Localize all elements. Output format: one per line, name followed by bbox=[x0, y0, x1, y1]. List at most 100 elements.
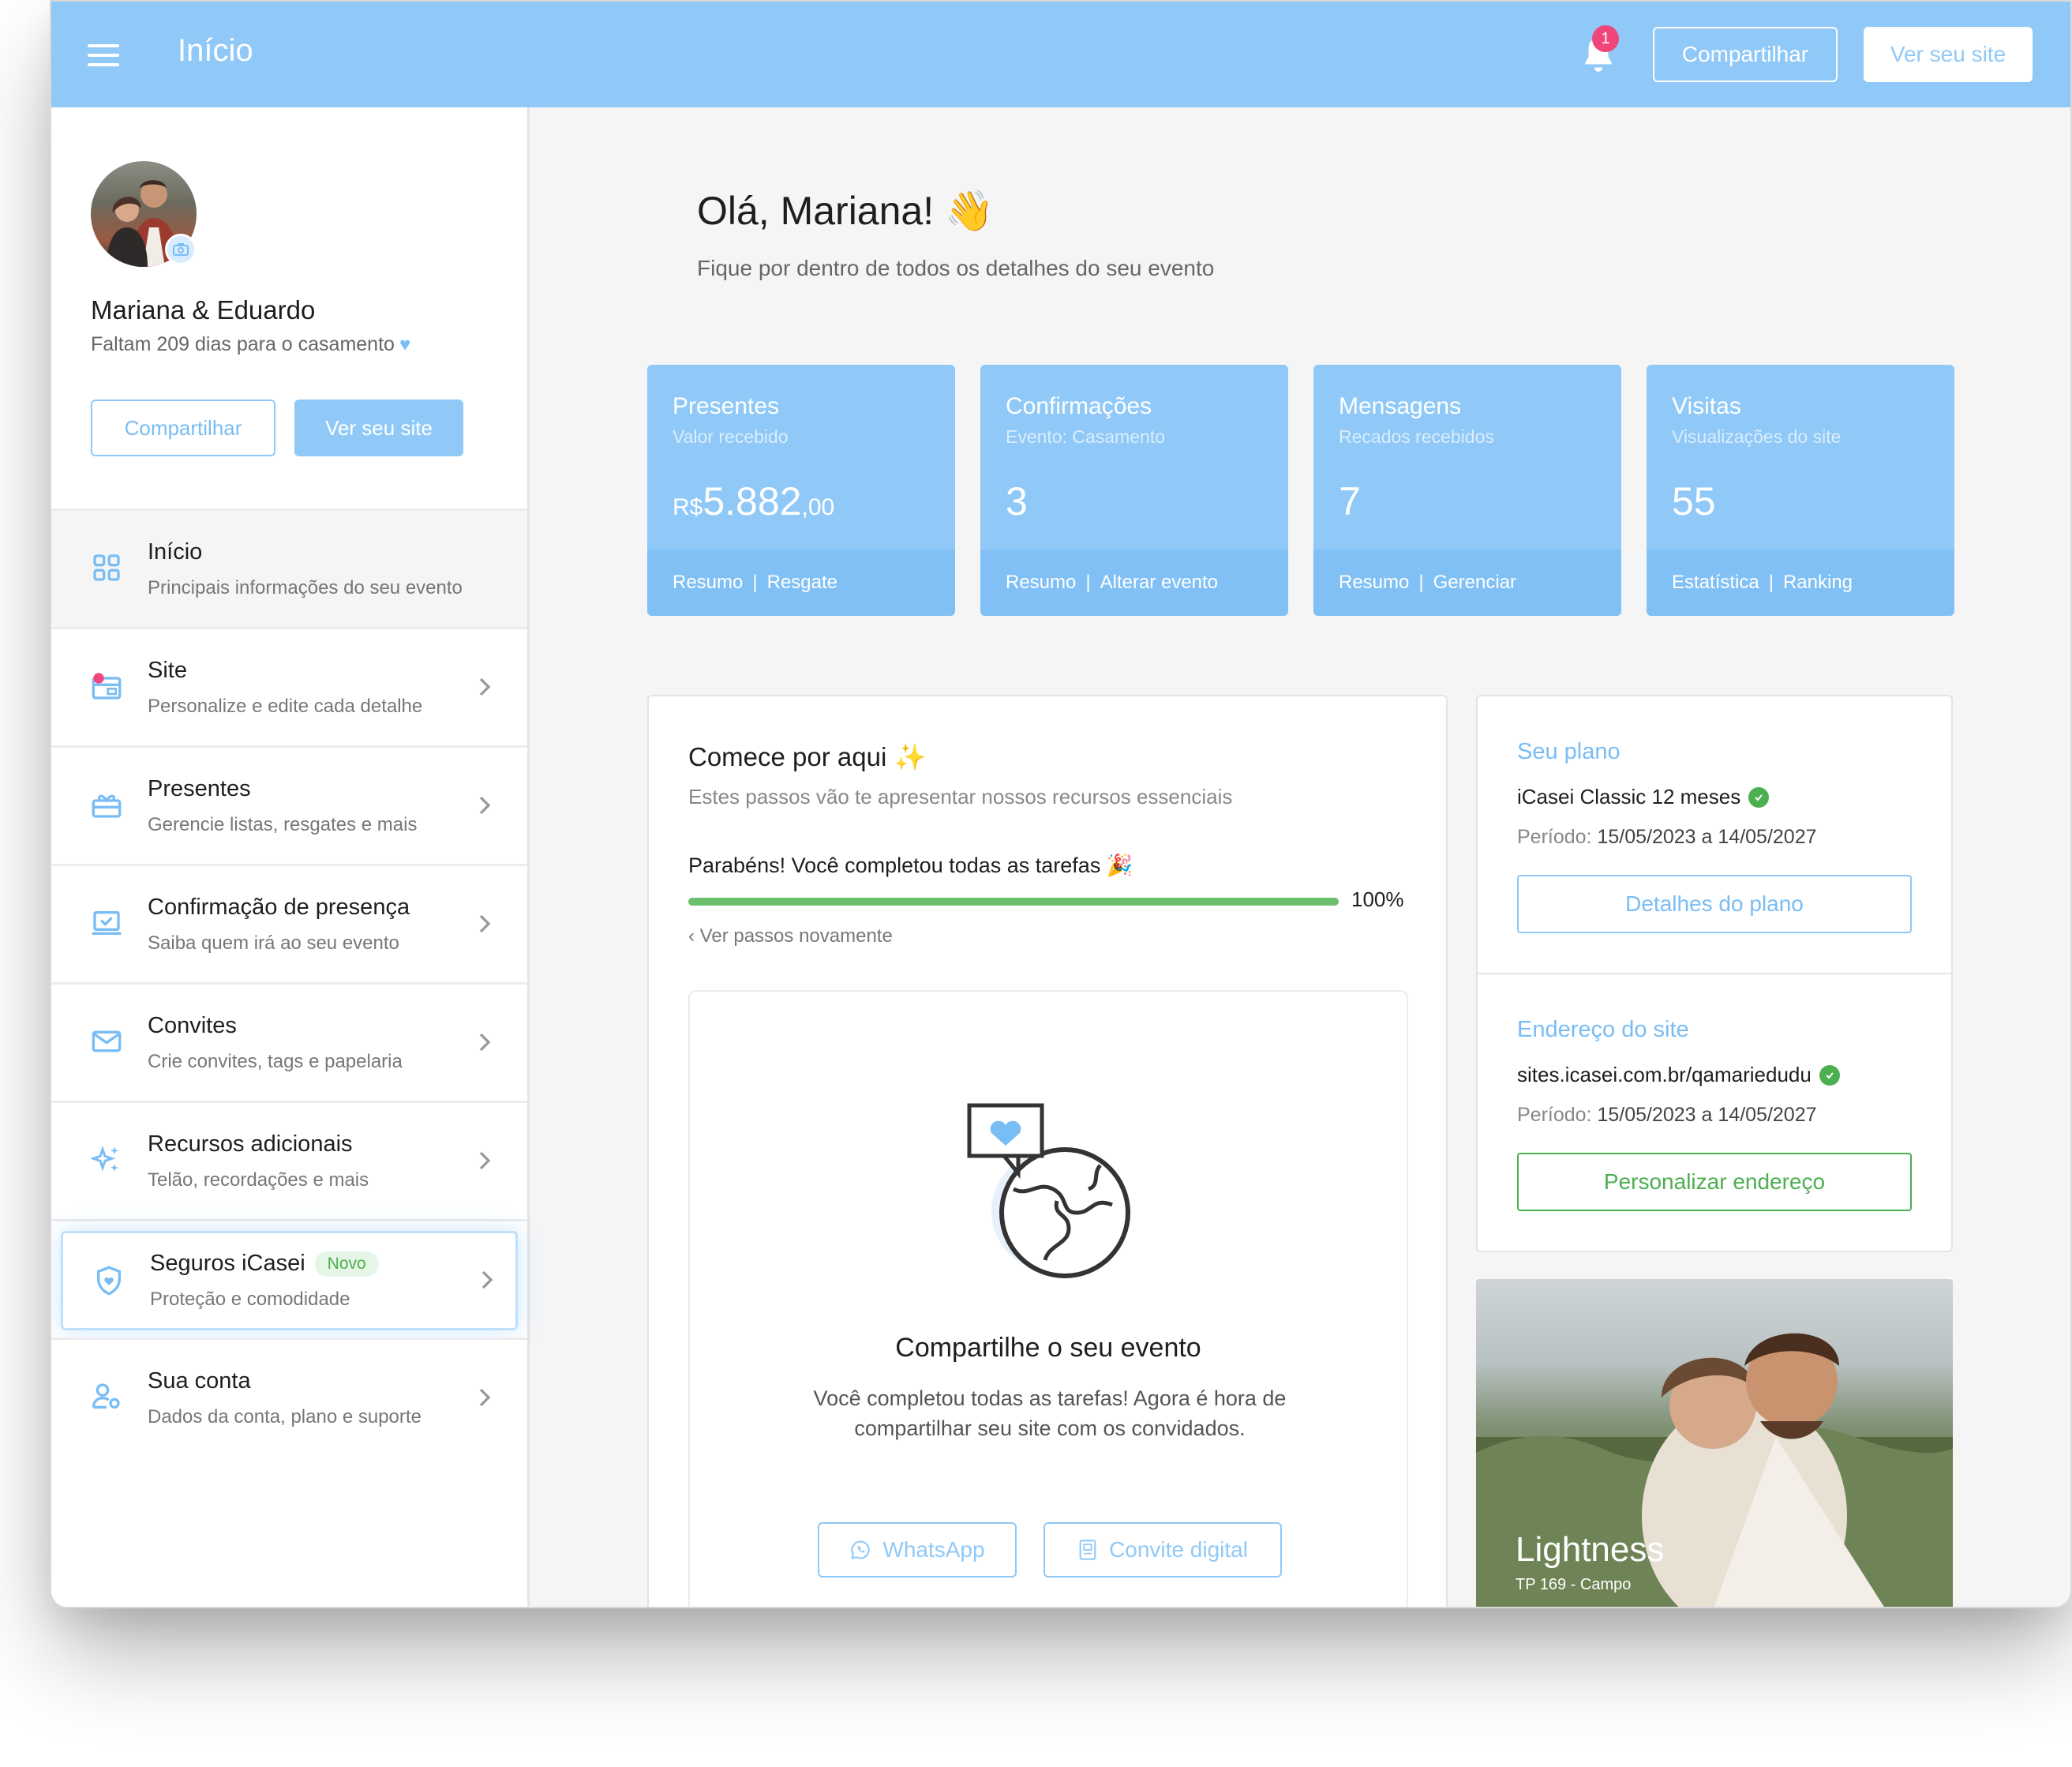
start-card: Comece por aqui ✨ Estes passos vão te ap… bbox=[647, 695, 1448, 1607]
stat-subtitle: Recados recebidos bbox=[1339, 426, 1494, 447]
share-text: Você completou todas as tarefas! Agora é… bbox=[813, 1386, 1287, 1440]
progress-fill bbox=[688, 898, 1339, 906]
sidebar-item-seguros[interactable]: Seguros iCasei Novo Proteção e comodidade bbox=[61, 1231, 518, 1330]
share-button[interactable]: Compartilhar bbox=[1653, 27, 1838, 82]
stat-footer: Resumo | Gerenciar bbox=[1313, 550, 1621, 616]
site-address-url: sites.icasei.com.br/qamariedudu bbox=[1517, 1063, 1840, 1087]
start-subtitle: Estes passos vão te apresentar nossos re… bbox=[688, 785, 1233, 808]
ranking-link[interactable]: Ranking bbox=[1783, 572, 1853, 594]
promo-subtitle: TP 169 - Campo bbox=[1516, 1576, 1632, 1593]
stat-subtitle: Evento: Casamento bbox=[1006, 426, 1166, 447]
change-event-link[interactable]: Alterar evento bbox=[1100, 572, 1218, 594]
sidebar-item-title: Sua conta bbox=[148, 1368, 251, 1394]
sidebar-item-confirmacao[interactable]: Confirmação de presença Saiba quem irá a… bbox=[51, 864, 527, 982]
plan-card: Seu plano iCasei Classic 12 meses Períod… bbox=[1476, 695, 1953, 1252]
sidebar-item-subtitle: Crie convites, tags e papelaria bbox=[148, 1051, 403, 1072]
sparkles-icon bbox=[91, 1146, 118, 1172]
chevron-right-icon bbox=[479, 914, 491, 933]
check-icon bbox=[1819, 1064, 1840, 1086]
sidebar-item-title: Seguros iCasei Novo bbox=[150, 1251, 379, 1277]
promo-title: Lightness bbox=[1516, 1530, 1665, 1569]
chevron-right-icon bbox=[479, 1151, 491, 1170]
sidebar-item-subtitle: Saiba quem irá ao seu evento bbox=[148, 932, 399, 954]
sidebar-item-conta[interactable]: Sua conta Dados da conta, plano e suport… bbox=[51, 1337, 527, 1456]
chevron-right-icon bbox=[479, 1388, 491, 1407]
plan-details-button[interactable]: Detalhes do plano bbox=[1517, 875, 1912, 933]
manage-link[interactable]: Gerenciar bbox=[1433, 572, 1516, 594]
replay-steps-link[interactable]: ‹ Ver passos novamente bbox=[688, 925, 893, 947]
app-window: Início 1 Compartilhar Ver seu site Maria… bbox=[50, 0, 2072, 1608]
couple-name: Mariana & Eduardo bbox=[91, 295, 316, 325]
greeting-title: Olá, Mariana! 👋 bbox=[697, 189, 995, 233]
chevron-left-icon: ‹ bbox=[688, 925, 695, 947]
share-title: Compartilhe o seu evento bbox=[895, 1333, 1201, 1363]
view-site-button[interactable]: Ver seu site bbox=[1864, 27, 2033, 82]
gift-icon bbox=[92, 794, 122, 818]
chevron-right-icon bbox=[479, 796, 491, 815]
sparkle-icon: ✨ bbox=[894, 742, 927, 771]
chevron-right-icon bbox=[481, 1270, 493, 1289]
progress-percent: 100% bbox=[1351, 887, 1404, 911]
stat-title: Presentes bbox=[673, 393, 780, 419]
shield-icon bbox=[97, 1266, 121, 1296]
check-icon bbox=[1748, 786, 1770, 808]
site-address-label: Endereço do site bbox=[1517, 1017, 1689, 1042]
sidebar-view-site-button[interactable]: Ver seu site bbox=[294, 400, 463, 456]
progress-bar bbox=[688, 898, 1339, 906]
summary-link[interactable]: Resumo bbox=[1339, 572, 1409, 594]
greeting-subtitle: Fique por dentro de todos os detalhes do… bbox=[697, 256, 1215, 280]
statistics-link[interactable]: Estatística bbox=[1672, 572, 1759, 594]
countdown: Faltam 209 dias para o casamento ♥ bbox=[91, 333, 411, 355]
summary-link[interactable]: Resumo bbox=[1006, 572, 1076, 594]
start-title: Comece por aqui ✨ bbox=[688, 742, 927, 771]
sidebar-item-title: Início bbox=[148, 539, 203, 565]
site-address-period: Período: 15/05/2023 a 14/05/2027 bbox=[1517, 1104, 1817, 1126]
sidebar-item-seguros-wrapper: Seguros iCasei Novo Proteção e comodidade bbox=[51, 1219, 527, 1337]
sidebar-item-subtitle: Principais informações do seu evento bbox=[148, 577, 463, 598]
stat-card-confirmacoes: Confirmações Evento: Casamento 3 Resumo |… bbox=[980, 365, 1288, 616]
menu-icon[interactable] bbox=[88, 44, 119, 66]
sidebar-item-inicio[interactable]: Início Principais informações do seu eve… bbox=[51, 508, 527, 627]
stat-card-mensagens: Mensagens Recados recebidos 7 Resumo | Ger… bbox=[1313, 365, 1621, 616]
sidebar-item-site[interactable]: Site Personalize e edite cada detalhe bbox=[51, 627, 527, 745]
heart-icon: ♥ bbox=[399, 334, 411, 355]
sidebar-item-presentes[interactable]: Presentes Gerencie listas, resgates e ma… bbox=[51, 745, 527, 864]
globe-share-icon bbox=[967, 1103, 1130, 1278]
stat-value: 7 bbox=[1339, 479, 1361, 523]
chevron-right-icon bbox=[479, 1033, 491, 1052]
party-icon: 🎉 bbox=[1106, 853, 1133, 877]
share-event-card: Compartilhe o seu evento Você completou … bbox=[688, 990, 1408, 1607]
stat-footer: Resumo | Alterar evento bbox=[980, 550, 1288, 616]
whatsapp-button[interactable]: WhatsApp bbox=[818, 1522, 1017, 1578]
customize-address-button[interactable]: Personalizar endereço bbox=[1517, 1153, 1912, 1211]
digital-invite-button[interactable]: Convite digital bbox=[1043, 1522, 1282, 1578]
stat-card-presentes: Presentes Valor recebido R$5.882,00 Resu… bbox=[647, 365, 955, 616]
redeem-link[interactable]: Resgate bbox=[767, 572, 837, 594]
sidebar-item-subtitle: Gerencie listas, resgates e mais bbox=[148, 814, 418, 835]
whatsapp-icon bbox=[851, 1540, 871, 1559]
user-gear-icon bbox=[92, 1383, 120, 1409]
theme-promo-card[interactable]: Lightness TP 169 - Campo bbox=[1476, 1279, 1953, 1607]
stat-subtitle: Visualizações do site bbox=[1672, 426, 1842, 447]
stat-subtitle: Valor recebido bbox=[673, 426, 789, 447]
stat-footer: Resumo | Resgate bbox=[647, 550, 955, 616]
camera-icon[interactable] bbox=[165, 234, 197, 265]
sidebar-nav: Início Principais informações do seu eve… bbox=[51, 508, 527, 1456]
summary-link[interactable]: Resumo bbox=[673, 572, 743, 594]
stat-title: Visitas bbox=[1672, 393, 1741, 419]
chevron-right-icon bbox=[479, 677, 491, 696]
stat-footer: Estatística | Ranking bbox=[1647, 550, 1954, 616]
invite-icon bbox=[1079, 1540, 1096, 1560]
top-bar: Início 1 Compartilhar Ver seu site bbox=[51, 2, 2070, 107]
sidebar-item-recursos[interactable]: Recursos adicionais Telão, recordações e… bbox=[51, 1101, 527, 1219]
sidebar-item-convites[interactable]: Convites Crie convites, tags e papelaria bbox=[51, 982, 527, 1101]
sidebar-share-button[interactable]: Compartilhar bbox=[91, 400, 275, 456]
stat-title: Confirmações bbox=[1006, 393, 1152, 419]
divider bbox=[1478, 973, 1951, 974]
sidebar-item-subtitle: Dados da conta, plano e suporte bbox=[148, 1406, 422, 1427]
laptop-check-icon bbox=[92, 911, 122, 935]
plan-period: Período: 15/05/2023 a 14/05/2027 bbox=[1517, 826, 1817, 848]
sidebar-item-title: Confirmação de presença bbox=[148, 895, 410, 920]
sidebar: Mariana & Eduardo Faltam 209 dias para o… bbox=[51, 107, 530, 1607]
new-badge: Novo bbox=[314, 1251, 379, 1277]
